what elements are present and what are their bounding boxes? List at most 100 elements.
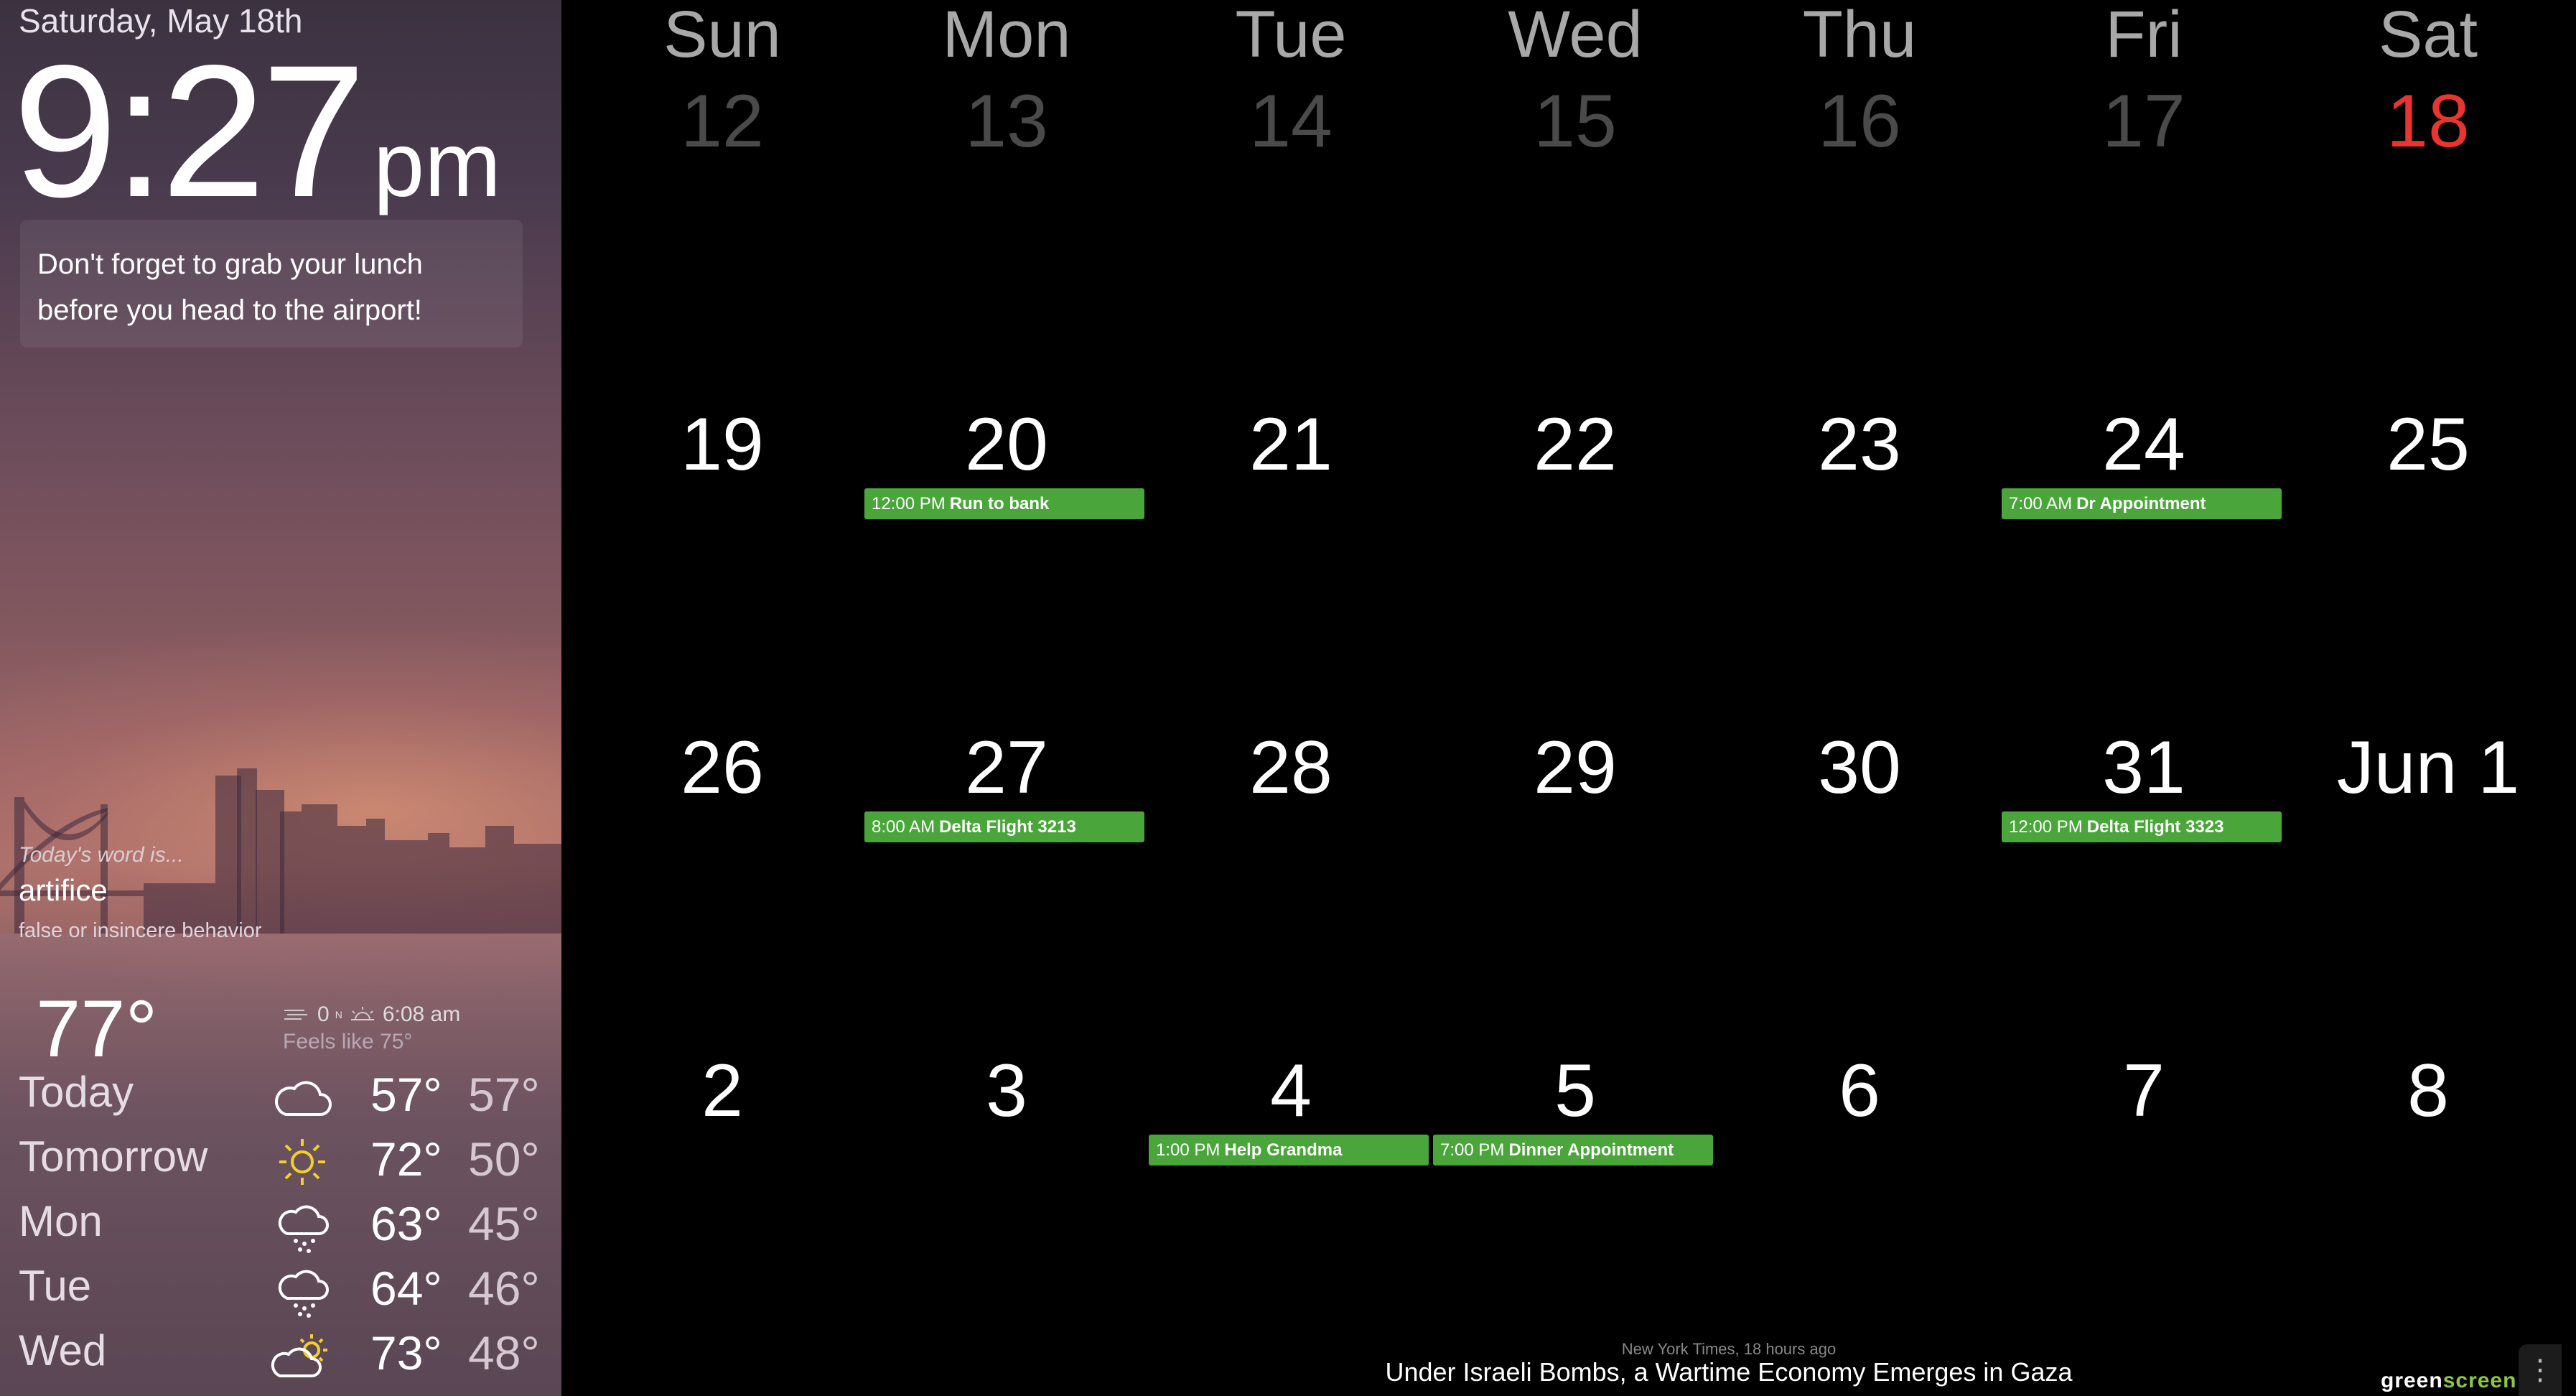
- calendar-day-cell[interactable]: Jun 1: [2286, 725, 2570, 1048]
- feels-like: Feels like 75°: [283, 1030, 413, 1053]
- wind-speed: 0: [317, 1002, 330, 1026]
- calendar-day-cell[interactable]: 4 1:00 PM Help Grandma: [1149, 1048, 1433, 1372]
- day-number: 30: [1818, 726, 1901, 809]
- forecast-row: Wed 73° 48°: [19, 1321, 550, 1386]
- day-number: 28: [1249, 726, 1333, 809]
- day-number: 27: [965, 726, 1048, 809]
- forecast-high: 57°: [370, 1068, 442, 1121]
- rain-cloud-icon: [278, 1270, 329, 1318]
- calendar-day-cell[interactable]: 13: [864, 79, 1149, 402]
- event-title: Dr Appointment: [2076, 494, 2206, 513]
- sidebar: Saturday, May 18th 9:27 pm Don't forget t…: [0, 0, 561, 1396]
- day-number: 22: [1534, 403, 1617, 486]
- news-headline[interactable]: Under Israeli Bombs, a Wartime Economy E…: [1226, 1357, 2231, 1387]
- weekday-header: Wed: [1508, 0, 1643, 71]
- day-number: 3: [986, 1049, 1027, 1132]
- calendar-day-cell[interactable]: 7: [2002, 1048, 2286, 1372]
- forecast-day: Mon: [19, 1197, 103, 1245]
- news-source: New York Times, 18 hours ago: [1621, 1340, 1837, 1358]
- calendar-event[interactable]: 7:00 PM Dinner Appointment: [1433, 1135, 1713, 1165]
- weekday-header: Sat: [2378, 0, 2478, 71]
- forecast-high: 72°: [370, 1132, 442, 1186]
- reminder-note[interactable]: Don't forget to grab your lunch before y…: [20, 220, 523, 348]
- calendar-day-cell[interactable]: 15: [1433, 79, 1717, 402]
- forecast-low: 50°: [468, 1132, 540, 1186]
- calendar-day-cell[interactable]: 30: [1717, 725, 2002, 1048]
- calendar-event[interactable]: 12:00 PM Delta Flight 3323: [2002, 811, 2282, 842]
- forecast-day: Tue: [19, 1262, 92, 1310]
- event-time: 7:00 AM: [2009, 494, 2073, 513]
- weekday-header: Fri: [2105, 0, 2183, 71]
- calendar-day-cell[interactable]: 17: [2002, 79, 2286, 402]
- day-number: 12: [681, 80, 764, 163]
- calendar-day-cell[interactable]: 12: [580, 79, 864, 402]
- calendar-event[interactable]: 1:00 PM Help Grandma: [1149, 1135, 1429, 1165]
- clock-time: 9:27: [13, 26, 366, 236]
- day-number: 8: [2407, 1049, 2449, 1132]
- day-number: 21: [1249, 403, 1333, 486]
- forecast-high: 63°: [370, 1197, 442, 1250]
- calendar-day-cell[interactable]: 27 8:00 AM Delta Flight 3213: [864, 725, 1149, 1048]
- wind-direction: N: [335, 1009, 342, 1020]
- forecast-low: 46°: [468, 1262, 540, 1315]
- event-time: 12:00 PM: [2009, 817, 2083, 837]
- calendar-event[interactable]: 8:00 AM Delta Flight 3213: [864, 811, 1144, 842]
- calendar-day-cell[interactable]: 2: [580, 1048, 864, 1372]
- day-number: 7: [2123, 1049, 2165, 1132]
- event-time: 8:00 AM: [872, 817, 935, 837]
- calendar-day-cell[interactable]: 24 7:00 AM Dr Appointment: [2002, 402, 2286, 725]
- day-number: 15: [1534, 80, 1617, 163]
- word-of-day-intro: Today's word is...: [19, 843, 184, 867]
- forecast-high: 64°: [370, 1262, 442, 1315]
- wind-icon: [284, 1010, 307, 1020]
- event-title: Help Grandma: [1224, 1140, 1343, 1160]
- calendar-day-cell[interactable]: 23: [1717, 402, 2002, 725]
- calendar-day-cell[interactable]: 29: [1433, 725, 1717, 1048]
- menu-button[interactable]: ⋮: [2519, 1344, 2562, 1396]
- calendar-day-cell[interactable]: 22: [1433, 402, 1717, 725]
- calendar-event[interactable]: 7:00 AM Dr Appointment: [2002, 488, 2282, 519]
- clock: 9:27 pm: [13, 37, 501, 225]
- forecast-list: Today 57° 57° Tomorrow 72° 50° Mon 63° 4…: [19, 1063, 550, 1386]
- calendar-day-cell[interactable]: 3: [864, 1048, 1149, 1372]
- calendar-day-cell[interactable]: 26: [580, 725, 864, 1048]
- current-temperature: 77°: [36, 984, 158, 1074]
- cloud-icon: [275, 1081, 332, 1116]
- calendar-day-cell[interactable]: 19: [580, 402, 864, 725]
- weekday-header: Mon: [942, 0, 1071, 71]
- forecast-row: Mon 63° 45°: [19, 1192, 550, 1257]
- day-number: 13: [965, 80, 1048, 163]
- day-number: 26: [681, 726, 764, 809]
- event-time: 12:00 PM: [872, 494, 946, 513]
- forecast-low: 48°: [468, 1326, 540, 1379]
- calendar-day-cell[interactable]: 8: [2286, 1048, 2570, 1372]
- calendar-day-cell[interactable]: 6: [1717, 1048, 2002, 1372]
- weekday-header: Thu: [1802, 0, 1917, 71]
- calendar-day-cell[interactable]: 16: [1717, 79, 2002, 402]
- calendar-event[interactable]: 12:00 PM Run to bank: [864, 488, 1144, 519]
- clock-ampm: pm: [373, 113, 501, 216]
- calendar-day-cell[interactable]: 28: [1149, 725, 1433, 1048]
- word-of-day-definition: false or insincere behavior: [19, 919, 262, 942]
- calendar-day-cell[interactable]: 20 12:00 PM Run to bank: [864, 402, 1149, 725]
- day-number: 2: [701, 1049, 743, 1132]
- day-number: 23: [1818, 403, 1901, 486]
- forecast-day: Today: [19, 1068, 134, 1116]
- day-number: 16: [1818, 80, 1901, 163]
- event-time: 1:00 PM: [1156, 1140, 1221, 1160]
- forecast-low: 57°: [468, 1068, 540, 1121]
- forecast-day: Tomorrow: [19, 1132, 208, 1181]
- calendar-day-cell[interactable]: 18: [2286, 79, 2570, 402]
- forecast-day: Wed: [19, 1326, 107, 1374]
- calendar-day-cell[interactable]: 31 12:00 PM Delta Flight 3323: [2002, 725, 2286, 1048]
- calendar-day-cell[interactable]: 25: [2286, 402, 2570, 725]
- day-number: 25: [2386, 403, 2470, 486]
- forecast-low: 45°: [468, 1197, 540, 1250]
- calendar-day-cell[interactable]: 14: [1149, 79, 1433, 402]
- calendar-day-cell[interactable]: 21: [1149, 402, 1433, 725]
- event-title: Run to bank: [949, 494, 1050, 513]
- wind-sunrise-info: 0N 6:08 am: [283, 1002, 460, 1027]
- day-number: 5: [1554, 1049, 1596, 1132]
- calendar-day-cell[interactable]: 5 7:00 PM Dinner Appointment: [1433, 1048, 1717, 1372]
- day-number: 6: [1839, 1049, 1880, 1132]
